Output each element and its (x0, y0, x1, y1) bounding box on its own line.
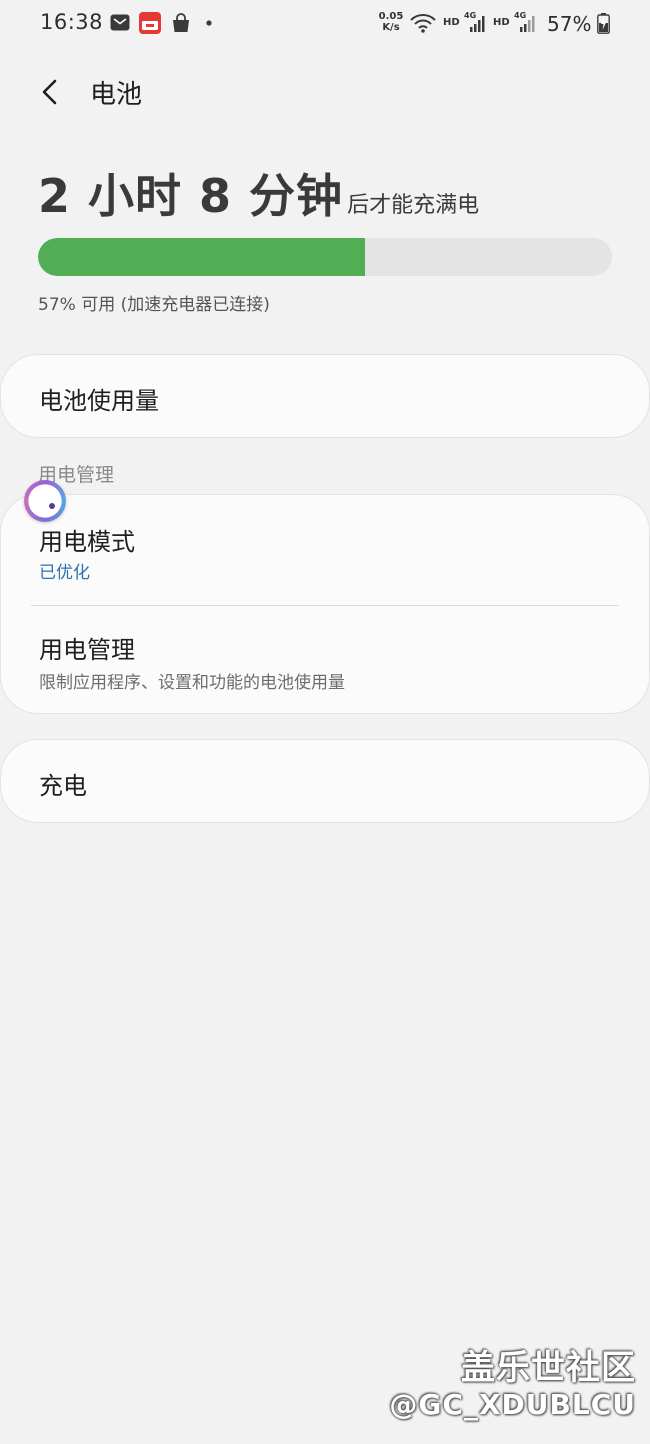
power-management-row[interactable]: 用电管理 限制应用程序、设置和功能的电池使用量 (1, 606, 649, 714)
wifi-icon (410, 14, 436, 33)
watermark-community: 盖乐世社区 (461, 1348, 636, 1388)
power-mode-row[interactable]: 用电模式 已优化 (1, 495, 649, 605)
power-management-description: 限制应用程序、设置和功能的电池使用量 (39, 673, 345, 693)
charge-estimate: 2 小时 8 分钟 后才能充满电 (38, 160, 479, 226)
power-management-title: 用电管理 (39, 636, 135, 664)
battery-settings-screen: 16:38 0.05 K/s HD 4G HD 4G 57% 电池 2 小时 8… (0, 0, 650, 1444)
status-battery-percent: 57% (547, 12, 592, 36)
floating-assistant-button[interactable] (24, 480, 66, 522)
battery-level-bar (38, 238, 612, 276)
network-speed: 0.05 K/s (376, 11, 406, 33)
back-button[interactable] (30, 72, 70, 112)
battery-status-text: 57% 可用 (加速充电器已连接) (38, 295, 270, 315)
page-title: 电池 (90, 80, 143, 110)
battery-level-fill (38, 238, 366, 276)
battery-usage-card[interactable]: 电池使用量 (0, 354, 650, 438)
signal-strength-icon-2 (520, 16, 535, 32)
time-until-full-suffix: 后才能充满电 (347, 193, 480, 218)
status-time: 16:38 (40, 10, 104, 34)
signal-strength-icon-1 (470, 16, 485, 32)
more-notifications-dot-icon (206, 20, 212, 26)
status-bar: 16:38 0.05 K/s HD 4G HD 4G 57% (0, 0, 650, 48)
shopping-bag-icon (173, 13, 189, 32)
charging-title: 充电 (39, 772, 87, 800)
battery-usage-title: 电池使用量 (39, 387, 159, 415)
watermark-handle: @GC_XDUBLCU (389, 1388, 636, 1421)
assistant-dot-icon (49, 503, 55, 509)
app-notification-icon (139, 12, 161, 34)
chevron-left-icon (42, 79, 57, 105)
network-speed-value: 0.05 (378, 11, 404, 22)
time-until-full: 2 小时 8 分钟 (38, 169, 344, 223)
charging-card[interactable]: 充电 (0, 739, 650, 823)
network-speed-unit: K/s (382, 22, 400, 33)
power-mode-title: 用电模式 (39, 528, 135, 556)
email-notification-icon (110, 14, 130, 31)
battery-charging-icon (597, 13, 610, 34)
hd-voice-label-1: HD (443, 17, 460, 28)
power-mode-value: 已优化 (39, 563, 90, 583)
power-management-card: 用电模式 已优化 用电管理 限制应用程序、设置和功能的电池使用量 (0, 494, 650, 714)
hd-voice-label-2: HD (493, 17, 510, 28)
